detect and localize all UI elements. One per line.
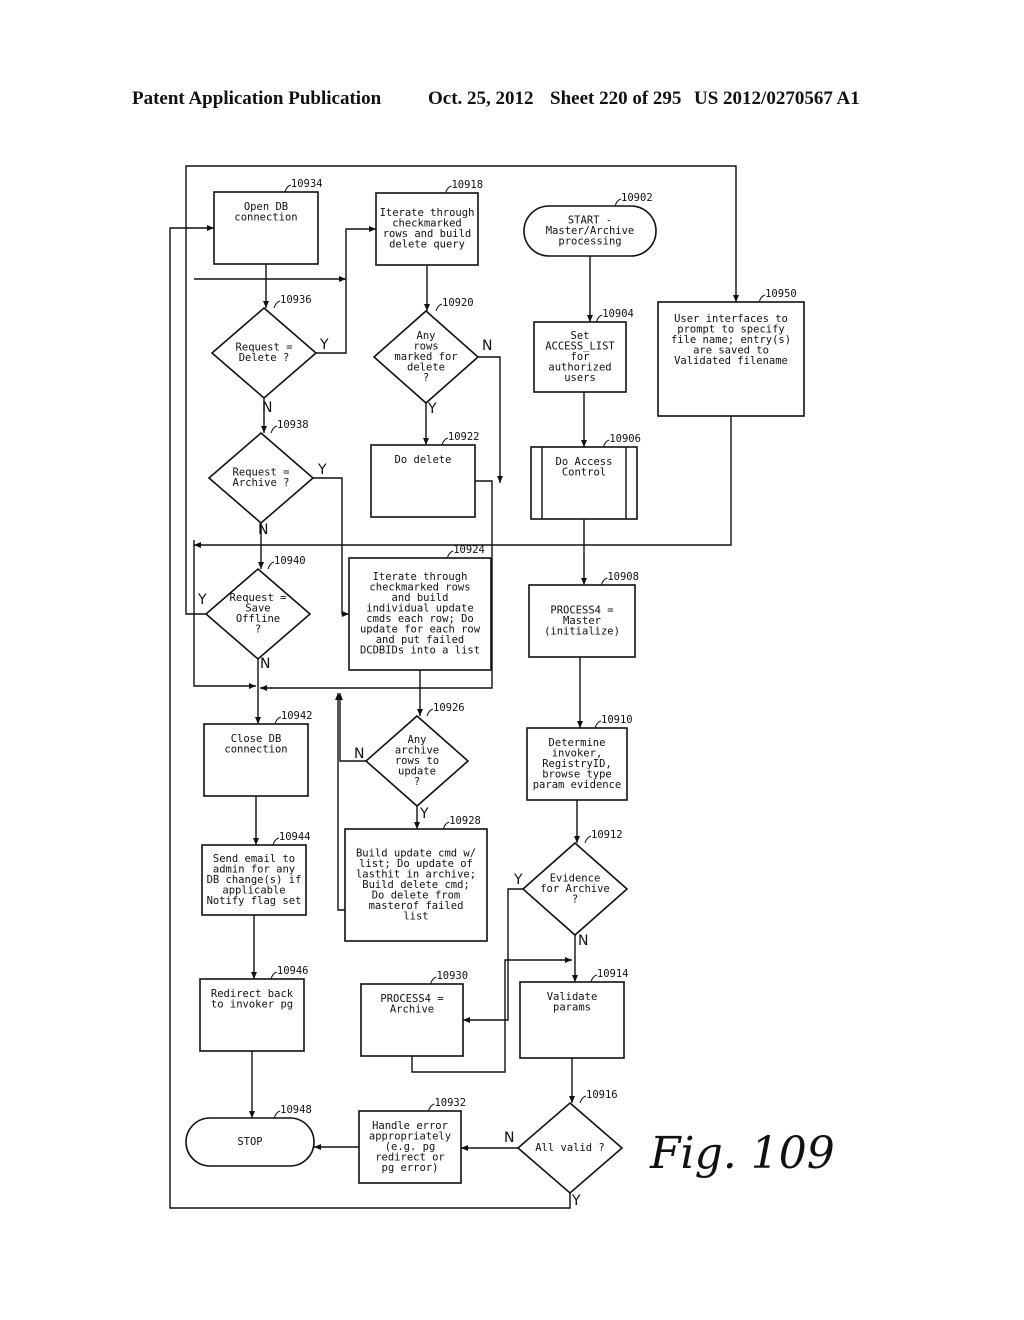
node-text-line: Archive — [390, 1004, 434, 1016]
node-text-line: delete query — [389, 239, 465, 251]
reference-number: 10928 — [449, 815, 481, 827]
node-text-line: All valid ? — [535, 1142, 605, 1154]
node-text-line: ? — [414, 776, 420, 788]
node-text-line: ? — [572, 893, 578, 905]
node-text-line: processing — [558, 235, 621, 247]
connector-arrow — [169, 225, 571, 1209]
node-text-line: users — [564, 372, 596, 384]
reference-number: 10912 — [591, 829, 623, 841]
branch-label-yes: Y — [571, 1193, 581, 1209]
reference-number: 10946 — [277, 965, 309, 977]
flow-node-10948: STOP 10948 — [185, 1104, 315, 1167]
node-text-line: (initialize) — [544, 625, 620, 637]
reference-number: 10950 — [765, 288, 797, 300]
nodes: START -Master/Archiveprocessing10902SetA… — [185, 178, 805, 1195]
reference-number: 10930 — [436, 970, 468, 982]
branch-label-no: N — [260, 656, 270, 672]
reference-number: 10922 — [448, 431, 480, 443]
node-text-line: to invoker pg — [211, 999, 293, 1011]
flow-node-10932: Handle errorappropriately(e.g. pgredirec… — [358, 1097, 466, 1184]
flow-node-10926: Anyarchiverows toupdate?10926 — [364, 702, 470, 808]
reference-number: 10932 — [434, 1097, 466, 1109]
flow-node-10922: Do delete 10922 — [370, 431, 480, 518]
flow-node-10936: Request =Delete ?10936 — [210, 294, 318, 400]
flow-node-10916: All valid ? 10916 — [516, 1089, 624, 1195]
reference-number: 10906 — [609, 433, 641, 445]
flow-node-10902: START -Master/Archiveprocessing10902 — [523, 192, 657, 257]
flow-node-10906: Do AccessControl10906 — [530, 433, 641, 520]
reference-number: 10938 — [277, 419, 309, 431]
reference-number: 10926 — [433, 702, 465, 714]
branch-label-no: N — [578, 933, 588, 949]
node-text-line: ? — [423, 372, 429, 384]
flow-node-10934: Open DBconnection10934 — [213, 178, 323, 265]
connector-arrow — [478, 356, 503, 483]
node-text-line: connection — [224, 744, 287, 756]
connector-arrow — [316, 226, 376, 354]
flowchart: START -Master/Archiveprocessing10902SetA… — [169, 165, 835, 1209]
node-text-line: connection — [234, 212, 297, 224]
figure-label: Fig. 109 — [649, 1128, 835, 1179]
node-text-line: ? — [255, 624, 261, 636]
flow-node-10914: Validateparams10914 — [519, 968, 629, 1059]
branch-label-no: N — [262, 400, 272, 416]
node-text-line: Do delete — [395, 454, 452, 466]
flow-node-10924: Iterate throughcheckmarked rowsand build… — [348, 544, 492, 671]
flow-node-10904: SetACCESS_LISTforauthorizedusers10904 — [533, 308, 634, 393]
branch-label-yes: Y — [419, 806, 429, 822]
flow-node-10950: User interfaces toprompt to specifyfile … — [657, 288, 805, 417]
reference-number: 10908 — [607, 571, 639, 583]
branch-label-no: N — [504, 1130, 514, 1146]
reference-number: 10948 — [280, 1104, 312, 1116]
reference-number: 10936 — [280, 294, 312, 306]
branch-label-no: N — [482, 338, 492, 354]
node-text-line: Notify flag set — [207, 895, 302, 907]
connector-arrow — [335, 693, 345, 911]
reference-number: 10910 — [601, 714, 633, 726]
reference-number: 10920 — [442, 297, 474, 309]
reference-number: 10914 — [597, 968, 629, 980]
reference-number: 10944 — [279, 831, 311, 843]
reference-number: 10940 — [274, 555, 306, 567]
branch-label-yes: Y — [197, 592, 207, 608]
node-text-line: DCDBIDs into a list — [360, 645, 480, 657]
node-text-line: Delete ? — [239, 352, 290, 364]
node-text-line: params — [553, 1002, 591, 1014]
branch-label-yes: Y — [319, 337, 329, 353]
reference-number: 10902 — [621, 192, 653, 204]
flow-node-10930: PROCESS4 =Archive10930 — [360, 970, 468, 1057]
flow-node-10918: Iterate throughcheckmarkedrows and build… — [375, 179, 483, 266]
node-text-line: Control — [562, 467, 606, 479]
node-text-line: STOP — [237, 1136, 262, 1148]
branch-label-yes: Y — [317, 462, 327, 478]
reference-number: 10904 — [602, 308, 634, 320]
reference-number: 10918 — [451, 179, 483, 191]
branch-label-yes: Y — [513, 872, 523, 888]
reference-number: 10916 — [586, 1089, 618, 1101]
node-text-line: pg error) — [382, 1162, 439, 1174]
connector-arrow — [313, 477, 349, 617]
reference-number: 10942 — [281, 710, 313, 722]
flow-node-10912: Evidencefor Archive?10912 — [521, 829, 629, 937]
flow-node-10920: Anyrowsmarked fordelete?10920 — [372, 297, 480, 405]
flow-node-10928: Build update cmd w/list; Do update oflas… — [344, 815, 488, 942]
node-text-line: Archive ? — [233, 477, 290, 489]
node-text-line: list — [403, 910, 428, 922]
reference-number: 10924 — [453, 544, 485, 556]
node-text-line: Validated filename — [674, 355, 788, 367]
branch-label-no: N — [354, 746, 364, 762]
flow-node-10938: Request =Archive ?10938 — [207, 419, 315, 525]
reference-number: 10934 — [291, 178, 323, 190]
node-text-line: param evidence — [533, 779, 622, 791]
branch-label-yes: Y — [427, 401, 437, 417]
branch-label-no: N — [258, 522, 268, 538]
flow-node-10940: Request =SaveOffline?10940 — [204, 555, 312, 661]
